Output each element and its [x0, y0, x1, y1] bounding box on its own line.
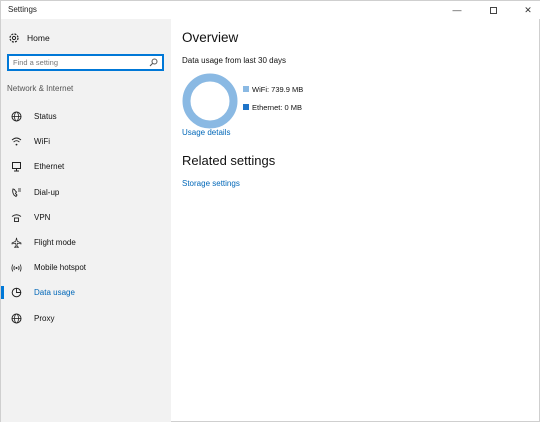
sidebar-item-vpn[interactable]: VPN	[1, 205, 171, 230]
related-settings-title: Related settings	[182, 153, 276, 168]
minimize-button[interactable]: —	[445, 1, 469, 19]
legend-item-ethernet: Ethernet: 0 MB	[243, 102, 303, 112]
sidebar-item-label: Status	[34, 112, 57, 122]
hotspot-icon	[10, 262, 22, 274]
proxy-globe-icon	[10, 312, 22, 324]
vpn-icon	[10, 211, 22, 223]
sidebar-item-proxy[interactable]: Proxy	[1, 306, 171, 331]
search-box[interactable]: Find a setting	[7, 54, 164, 71]
chart-legend: WiFi: 739.9 MB Ethernet: 0 MB	[243, 84, 303, 120]
sidebar-item-label: Mobile hotspot	[34, 263, 87, 273]
sidebar: Home Find a setting Network & Internet S…	[1, 19, 171, 422]
search-input[interactable]: Find a setting	[9, 58, 147, 67]
data-usage-donut-chart	[182, 73, 238, 129]
gear-icon	[7, 31, 21, 45]
sidebar-item-label: WiFi	[34, 137, 50, 147]
wifi-icon	[10, 136, 22, 148]
title-bar: Settings — ✕	[1, 1, 540, 19]
donut-slice-wifi	[182, 73, 238, 129]
active-indicator	[1, 286, 4, 300]
sidebar-item-label: VPN	[34, 212, 51, 222]
legend-item-wifi: WiFi: 739.9 MB	[243, 84, 303, 94]
search-icon[interactable]	[147, 57, 159, 69]
home-label: Home	[27, 33, 50, 43]
maximize-icon	[489, 6, 497, 14]
data-usage-subtitle: Data usage from last 30 days	[182, 56, 287, 65]
legend-label-ethernet: Ethernet: 0 MB	[252, 102, 303, 112]
settings-window: Settings — ✕ Home Find a setting Network…	[0, 0, 540, 422]
close-button[interactable]: ✕	[516, 1, 540, 19]
usage-details-link[interactable]: Usage details	[182, 128, 230, 137]
nav-list: Status WiFi Ethernet Dial-up VPN Flight …	[1, 104, 171, 331]
dial-up-icon	[10, 186, 22, 198]
section-label: Network & Internet	[7, 84, 74, 93]
legend-swatch-wifi	[243, 86, 249, 92]
data-usage-icon	[10, 287, 22, 299]
sidebar-item-dial-up[interactable]: Dial-up	[1, 180, 171, 205]
legend-swatch-ethernet	[243, 104, 249, 110]
minimize-icon: —	[452, 5, 462, 15]
sidebar-item-label: Dial-up	[34, 187, 60, 197]
close-icon: ✕	[524, 4, 532, 15]
sidebar-item-data-usage[interactable]: Data usage	[1, 280, 171, 305]
globe-icon	[10, 111, 22, 123]
sidebar-item-label: Ethernet	[34, 162, 65, 172]
page-title: Overview	[182, 30, 239, 45]
sidebar-item-status[interactable]: Status	[1, 104, 171, 129]
sidebar-item-label: Proxy	[34, 313, 55, 323]
main-content: Overview Data usage from last 30 days Wi…	[171, 19, 540, 422]
airplane-icon	[10, 237, 22, 249]
sidebar-item-label: Data usage	[34, 288, 75, 298]
storage-settings-link[interactable]: Storage settings	[182, 179, 240, 188]
sidebar-item-mobile-hotspot[interactable]: Mobile hotspot	[1, 255, 171, 280]
legend-label-wifi: WiFi: 739.9 MB	[252, 84, 304, 94]
sidebar-item-wifi[interactable]: WiFi	[1, 129, 171, 154]
sidebar-item-flight-mode[interactable]: Flight mode	[1, 230, 171, 255]
ethernet-icon	[10, 161, 22, 173]
home-nav-item[interactable]: Home	[7, 30, 157, 46]
maximize-button[interactable]	[481, 1, 505, 19]
sidebar-item-ethernet[interactable]: Ethernet	[1, 154, 171, 179]
sidebar-item-label: Flight mode	[34, 238, 76, 248]
window-title: Settings	[8, 5, 37, 14]
